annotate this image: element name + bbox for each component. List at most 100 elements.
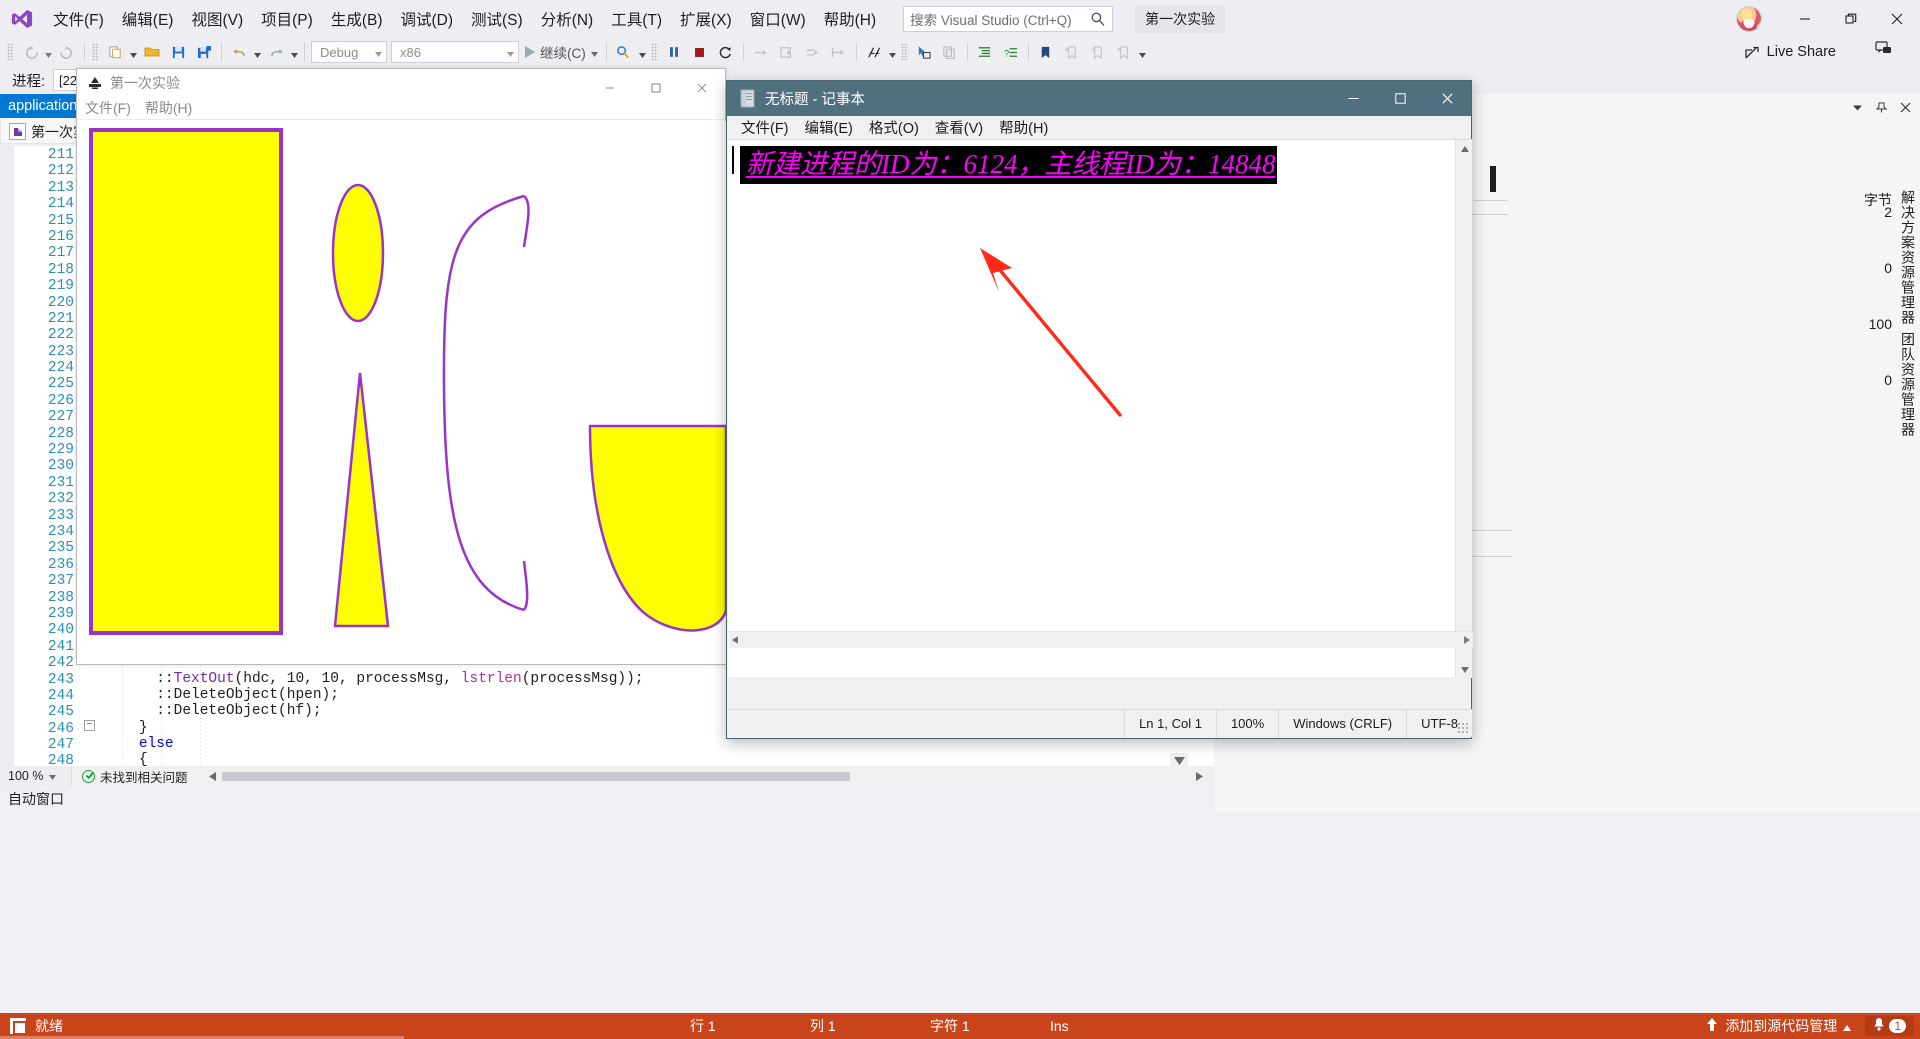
notepad-window[interactable]: 无标题 - 记事本 文件(F) 编辑(E) 格式(O) 查看(V) 帮助(H) … <box>726 80 1473 739</box>
quick-find-icon[interactable]: ? <box>999 41 1023 63</box>
toolbar-grip[interactable] <box>7 43 14 61</box>
stop-icon[interactable] <box>688 41 712 63</box>
vs-search-box[interactable]: 搜索 Visual Studio (Ctrl+Q) <box>903 6 1114 32</box>
step-next-icon[interactable] <box>827 41 851 63</box>
back-dropdown-icon[interactable] <box>43 41 54 63</box>
close-button[interactable] <box>1874 0 1920 38</box>
chevron-up-icon[interactable] <box>1843 1018 1852 1034</box>
next-bookmark-icon[interactable] <box>1086 41 1110 63</box>
undo-dropdown-icon[interactable] <box>252 41 263 63</box>
minimize-button[interactable] <box>1782 0 1828 38</box>
app-window-titlebar[interactable]: 第一次实验 <box>77 69 725 96</box>
solution-platform-combo[interactable]: x86 <box>391 41 519 63</box>
resize-grip-icon[interactable] <box>1457 722 1469 734</box>
panel-chevron-down-icon[interactable] <box>1848 98 1866 116</box>
restore-button[interactable] <box>1828 0 1874 38</box>
app-close-button[interactable] <box>679 69 725 107</box>
attach-dropdown-icon[interactable] <box>637 41 648 63</box>
hscroll-left-icon[interactable] <box>732 631 738 649</box>
tab-application[interactable]: application <box>0 94 86 118</box>
send-feedback-icon[interactable] <box>1875 40 1892 62</box>
fold-toggle-else[interactable]: − <box>84 720 95 731</box>
attach-process-icon[interactable] <box>612 41 636 63</box>
notepad-titlebar[interactable]: 无标题 - 记事本 <box>727 81 1471 116</box>
notepad-horizontal-scrollbar[interactable] <box>729 631 1473 648</box>
diagnostics-icon[interactable] <box>862 41 886 63</box>
toolbar-grip-2[interactable] <box>92 43 99 61</box>
notepad-text-area[interactable]: 新建进程的ID为：6124，主线程ID为：14848 <box>728 139 1473 678</box>
scroll-down-icon[interactable] <box>1170 753 1188 769</box>
project-name-tag[interactable]: 第一次实验 <box>1135 5 1226 33</box>
notepad-menu-format[interactable]: 格式(O) <box>869 117 919 138</box>
menu-help[interactable]: 帮助(H) <box>815 2 886 36</box>
app-menu-help[interactable]: 帮助(H) <box>145 98 192 118</box>
save-icon[interactable] <box>166 41 190 63</box>
notepad-vertical-scrollbar[interactable] <box>1455 140 1472 678</box>
notepad-minimize-button[interactable] <box>1330 81 1377 116</box>
team-explorer-vertical-label[interactable]: 团队资源管理器 <box>1898 332 1918 437</box>
app-window[interactable]: 第一次实验 文件(F) 帮助(H) <box>76 68 726 665</box>
app-maximize-button[interactable] <box>633 69 679 107</box>
issues-indicator[interactable]: 未找到相关问题 <box>72 767 198 786</box>
diagnostics-dropdown-icon[interactable] <box>887 41 898 63</box>
vscroll-down-icon[interactable] <box>1456 661 1473 678</box>
notepad-menu-edit[interactable]: 编辑(E) <box>805 117 853 138</box>
menu-tools[interactable]: 工具(T) <box>602 2 671 36</box>
app-minimize-button[interactable] <box>587 69 633 107</box>
open-file-icon[interactable] <box>140 41 164 63</box>
step-over-icon[interactable] <box>749 41 773 63</box>
new-project-icon[interactable] <box>103 41 127 63</box>
solution-explorer-vertical-label[interactable]: 解决方案资源管理器 <box>1898 190 1918 325</box>
hscroll-thumb[interactable] <box>221 772 850 781</box>
toolbar-grip-4[interactable] <box>900 43 908 61</box>
menu-project[interactable]: 项目(P) <box>252 2 322 36</box>
auto-window-panel[interactable]: 自动窗口 <box>0 786 1214 812</box>
new-dropdown-icon[interactable] <box>128 41 139 63</box>
select-element-icon[interactable] <box>912 41 936 63</box>
step-into-icon[interactable] <box>775 41 799 63</box>
menu-extensions[interactable]: 扩展(X) <box>671 2 741 36</box>
indent-lines-icon[interactable] <box>973 41 997 63</box>
menu-edit[interactable]: 编辑(E) <box>113 2 183 36</box>
redo-dropdown-icon[interactable] <box>289 41 300 63</box>
menu-build[interactable]: 生成(B) <box>322 2 392 36</box>
redo-icon[interactable] <box>264 41 288 63</box>
navigate-forward-icon[interactable] <box>55 41 79 63</box>
app-menu-file[interactable]: 文件(F) <box>85 98 131 118</box>
copy-element-icon[interactable] <box>938 41 962 63</box>
notepad-maximize-button[interactable] <box>1377 81 1424 116</box>
clear-bookmarks-icon[interactable] <box>1112 41 1136 63</box>
menu-analyze[interactable]: 分析(N) <box>532 2 603 36</box>
scroll-right-icon[interactable] <box>1192 769 1206 783</box>
menu-window[interactable]: 窗口(W) <box>741 2 815 36</box>
toolbar-grip-3[interactable] <box>650 43 658 61</box>
pin-icon[interactable] <box>1872 98 1890 116</box>
notepad-menu-help[interactable]: 帮助(H) <box>999 117 1048 138</box>
vscroll-up-icon[interactable] <box>1456 140 1473 157</box>
live-share-button[interactable]: Live Share <box>1744 38 1836 66</box>
user-avatar[interactable] <box>1736 6 1762 32</box>
scroll-left-icon[interactable] <box>206 769 220 783</box>
undo-icon[interactable] <box>227 41 251 63</box>
save-all-icon[interactable] <box>192 41 216 63</box>
menu-test[interactable]: 测试(S) <box>462 2 532 36</box>
continue-run-button[interactable]: 继续(C) <box>521 42 602 62</box>
source-control-label[interactable]: 添加到源代码管理 <box>1725 1016 1837 1036</box>
notepad-menu-file[interactable]: 文件(F) <box>741 117 789 138</box>
restart-icon[interactable] <box>714 41 738 63</box>
toolbar-overflow-icon[interactable] <box>1137 41 1148 63</box>
editor-horizontal-scrollbar[interactable] <box>206 769 1206 783</box>
menu-debug[interactable]: 调试(D) <box>391 2 462 36</box>
notifications-badge[interactable]: 1 <box>1865 1016 1914 1036</box>
step-out-icon[interactable] <box>801 41 825 63</box>
menu-file[interactable]: 文件(F) <box>44 2 113 36</box>
panel-close-icon[interactable] <box>1896 98 1914 116</box>
hscroll-right-icon[interactable] <box>1464 631 1470 649</box>
pause-icon[interactable] <box>662 41 686 63</box>
notepad-close-button[interactable] <box>1424 81 1471 116</box>
notepad-menu-view[interactable]: 查看(V) <box>935 117 983 138</box>
bookmark-icon[interactable] <box>1034 41 1058 63</box>
editor-zoom-combo[interactable]: 100 % <box>0 766 72 786</box>
navigate-back-icon[interactable] <box>18 41 42 63</box>
solution-config-combo[interactable]: Debug <box>311 41 387 63</box>
